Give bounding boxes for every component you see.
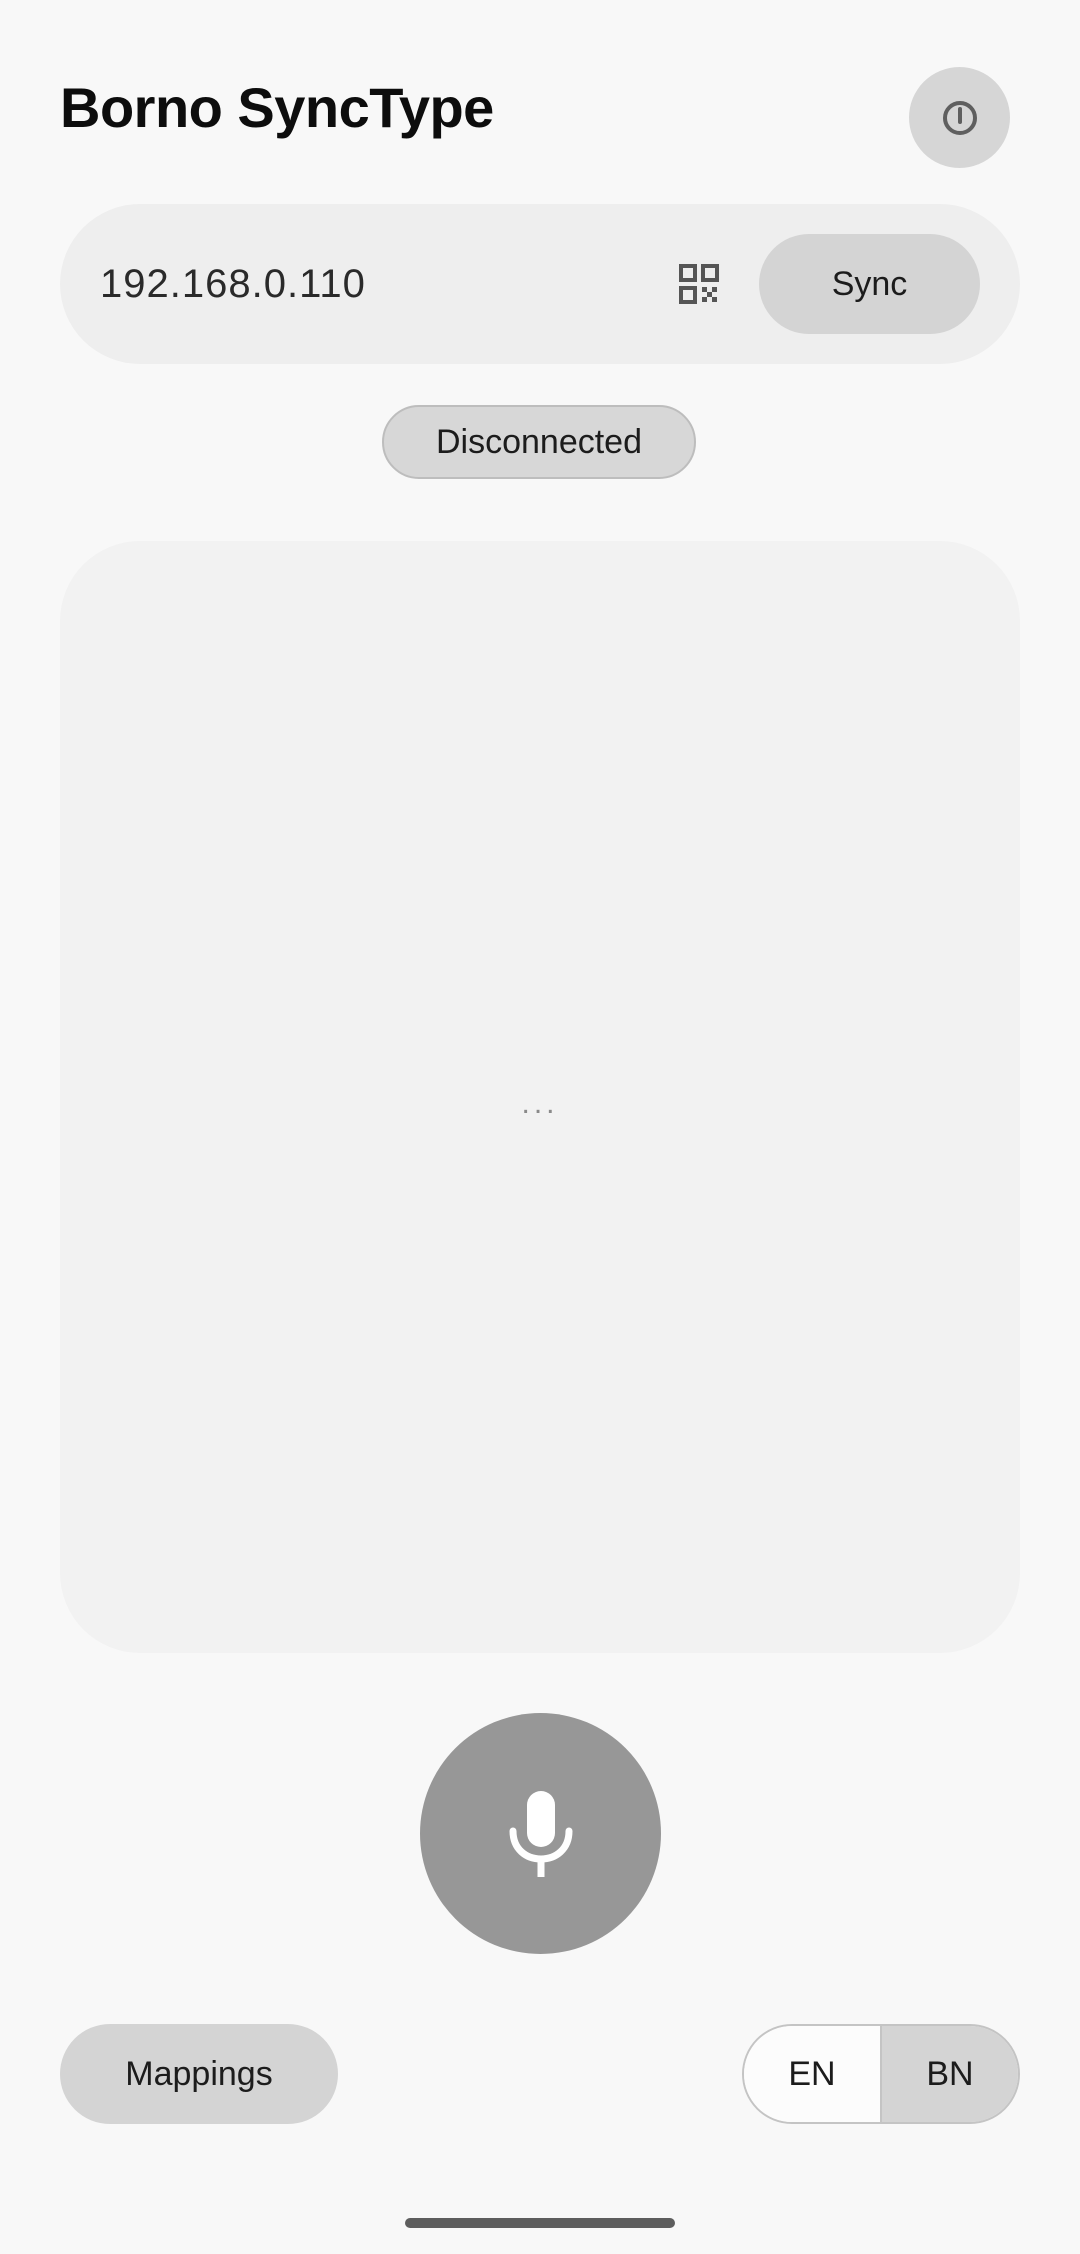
qr-code-icon [679, 264, 719, 304]
microphone-icon [509, 1790, 572, 1877]
mappings-button[interactable]: Mappings [60, 2024, 338, 2124]
sync-button[interactable]: Sync [759, 234, 980, 334]
power-icon [942, 100, 977, 135]
app-title: Borno SyncType [60, 76, 494, 139]
transcript-placeholder: ... [521, 1087, 559, 1120]
language-option-bn[interactable]: BN [882, 2026, 1018, 2122]
transcript-panel: ... [60, 541, 1020, 1653]
language-option-en[interactable]: EN [744, 2026, 882, 2122]
power-button[interactable] [909, 67, 1010, 168]
microphone-button[interactable] [420, 1713, 661, 1954]
home-indicator[interactable] [405, 2218, 675, 2228]
ip-address-bar: Sync [60, 204, 1020, 364]
app-screen: Borno SyncType Sync Disconnected ... [0, 0, 1080, 2254]
ip-address-input[interactable] [100, 244, 660, 324]
qr-scan-button[interactable] [673, 258, 725, 310]
connection-status-badge: Disconnected [382, 405, 696, 479]
language-toggle: EN BN [742, 2024, 1020, 2124]
